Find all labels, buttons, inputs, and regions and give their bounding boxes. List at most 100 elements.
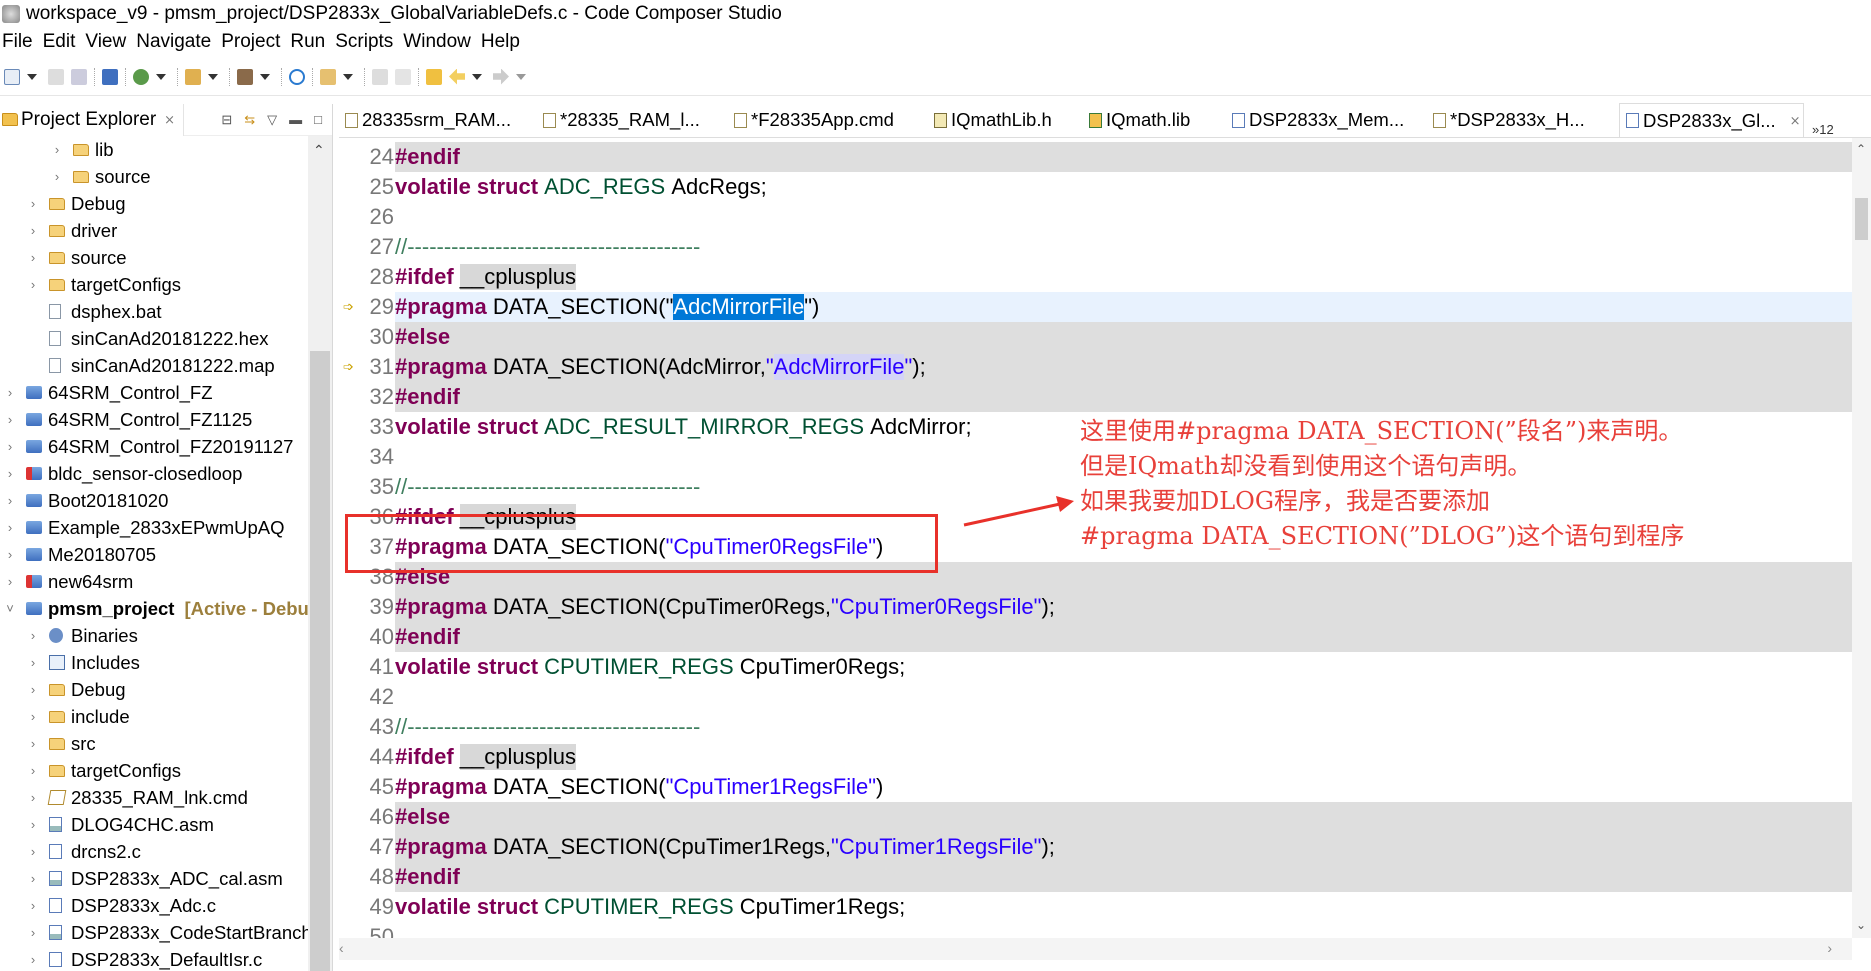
tree-item[interactable]: › DSP2833x_Adc.c [0,892,308,919]
collapse-all-icon[interactable]: ⊟ [221,112,232,128]
tree-item[interactable]: › new64srm [0,568,308,595]
tree-item[interactable]: › lib [0,136,308,163]
tree-item[interactable]: › targetConfigs [0,757,308,784]
chevron-icon[interactable]: › [4,412,16,427]
menu-window[interactable]: Window [403,31,471,53]
sidebar-scrollbar[interactable]: ⌃ [308,136,332,971]
chevron-icon[interactable]: › [27,925,39,940]
editor-tab[interactable]: DSP2833x_Gl... ⨯ [1619,103,1804,137]
tree-item[interactable]: › 64SRM_Control_FZ [0,379,308,406]
view-menu-icon[interactable]: ▽ [267,112,277,128]
chevron-icon[interactable]: › [27,628,39,643]
minimize-icon[interactable]: ▬ [289,112,302,127]
tree-item[interactable]: › DSP2833x_DefaultIsr.c [0,946,308,971]
chevron-icon[interactable]: › [27,277,39,292]
menu-help[interactable]: Help [481,31,520,53]
forward-arrow-icon[interactable] [493,68,509,85]
annotation-icon[interactable] [372,68,388,85]
scrollbar-thumb[interactable] [1855,198,1868,240]
chevron-icon[interactable]: › [27,790,39,805]
editor-horizontal-scrollbar[interactable]: ‹ › [339,938,1852,960]
tree-item[interactable]: dsphex.bat [0,298,308,325]
tree-item[interactable]: › Boot20181020 [0,487,308,514]
chevron-icon[interactable]: › [4,385,16,400]
new-dropdown-icon[interactable] [27,73,37,80]
editor-tab[interactable]: *28335_RAM_l... [537,103,728,137]
tab-overflow-button[interactable]: »12 [1812,122,1834,137]
scroll-left-icon[interactable]: ‹ [339,940,344,956]
chevron-icon[interactable]: › [27,952,39,967]
menu-navigate[interactable]: Navigate [136,31,211,53]
chevron-icon[interactable]: › [27,736,39,751]
new-icon[interactable] [4,68,20,85]
save-icon[interactable] [48,68,64,85]
build-hammer-icon[interactable] [237,68,253,85]
chevron-icon[interactable]: › [27,196,39,211]
chevron-icon[interactable]: › [4,547,16,562]
menu-run[interactable]: Run [290,31,325,53]
chevron-icon[interactable]: › [27,655,39,670]
chevron-icon[interactable]: › [4,466,16,481]
chevron-icon[interactable]: › [27,817,39,832]
load-program-icon[interactable] [185,68,201,85]
tree-item[interactable]: › Example_2833xEPwmUpAQ [0,514,308,541]
tree-item[interactable]: › Debug [0,190,308,217]
pen-icon[interactable] [320,68,336,85]
forward-dropdown-icon[interactable] [516,73,526,80]
tree-item[interactable]: sinCanAd20181222.map [0,352,308,379]
chevron-icon[interactable]: ˅ [4,601,16,616]
tree-item[interactable]: › Binaries [0,622,308,649]
menu-edit[interactable]: Edit [43,31,76,53]
last-edit-icon[interactable] [426,68,442,85]
search-icon[interactable] [289,68,305,85]
tree-item[interactable]: › 28335_RAM_lnk.cmd [0,784,308,811]
back-arrow-icon[interactable] [449,68,465,85]
tree-item[interactable]: › Debug [0,676,308,703]
tree-item[interactable]: › targetConfigs [0,271,308,298]
scroll-down-icon[interactable]: ⌄ [1856,918,1866,932]
maximize-icon[interactable]: □ [314,112,322,127]
save-all-icon[interactable] [71,68,87,85]
tree-item[interactable]: › source [0,244,308,271]
tree-item[interactable]: › 64SRM_Control_FZ20191127 [0,433,308,460]
debug-dropdown-icon[interactable] [156,73,166,80]
tree-item[interactable]: › drcns2.c [0,838,308,865]
tree-item[interactable]: › bldc_sensor-closedloop [0,460,308,487]
tree-item[interactable]: › DSP2833x_ADC_cal.asm [0,865,308,892]
editor-tab[interactable]: IQmath.lib [1083,103,1226,137]
close-icon[interactable]: ⨯ [164,112,175,128]
tree-item[interactable]: › source [0,163,308,190]
chevron-icon[interactable]: › [4,574,16,589]
chevron-icon[interactable]: › [27,250,39,265]
menu-scripts[interactable]: Scripts [335,31,393,53]
chevron-icon[interactable]: › [4,493,16,508]
close-tab-icon[interactable]: ⨯ [1790,113,1801,129]
scroll-up-icon[interactable]: ⌃ [1856,142,1866,156]
tree-item[interactable]: › include [0,703,308,730]
chevron-icon[interactable]: › [27,682,39,697]
chevron-icon[interactable]: › [4,520,16,535]
editor-vertical-scrollbar[interactable]: ⌃ ⌄ [1852,138,1871,938]
menu-file[interactable]: File [2,31,33,53]
tree-item[interactable]: sinCanAd20181222.hex [0,325,308,352]
tree-item[interactable]: › 64SRM_Control_FZ1125 [0,406,308,433]
tree-item[interactable]: › Includes [0,649,308,676]
chevron-icon[interactable]: › [4,439,16,454]
editor-tab[interactable]: *F28335App.cmd [728,103,928,137]
back-dropdown-icon[interactable] [472,73,482,80]
load-dropdown-icon[interactable] [208,73,218,80]
menu-project[interactable]: Project [221,31,280,53]
chevron-icon[interactable]: › [27,871,39,886]
chevron-icon[interactable]: › [27,898,39,913]
chevron-icon[interactable]: › [51,169,63,184]
tree-item[interactable]: › src [0,730,308,757]
menu-view[interactable]: View [85,31,126,53]
pen-dropdown-icon[interactable] [343,73,353,80]
editor-tab[interactable]: *DSP2833x_H... [1427,103,1619,137]
chevron-icon[interactable]: › [27,709,39,724]
scrollbar-thumb[interactable] [310,351,330,971]
build-dropdown-icon[interactable] [260,73,270,80]
tree-item[interactable]: › DSP2833x_CodeStartBranch [0,919,308,946]
tree-item[interactable]: ˅ pmsm_project [Active - Debu [0,595,308,622]
chevron-icon[interactable]: › [27,763,39,778]
